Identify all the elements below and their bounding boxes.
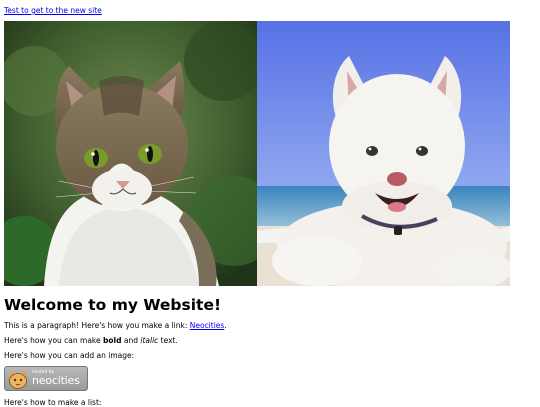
paragraph-link: This is a paragraph! Here's how you make… <box>4 321 227 330</box>
text-b: and <box>121 336 141 345</box>
cat-photo <box>4 21 257 286</box>
dog-photo <box>257 21 510 286</box>
neocities-link[interactable]: Neocities <box>190 321 225 330</box>
text-c: text. <box>158 336 178 345</box>
paragraph-end: . <box>224 321 227 330</box>
neocities-cat-icon <box>9 369 27 389</box>
badge-big-text: neocities <box>32 374 80 388</box>
paragraph-image: Here's how you can add an image: <box>4 351 135 360</box>
neocities-badge[interactable]: hosted by neocities <box>4 366 88 391</box>
paragraph-text: This is a paragraph! Here's how you make… <box>4 321 190 330</box>
paragraph-list: Here's how to make a list: <box>4 398 102 407</box>
hero-image <box>4 21 510 286</box>
text-a: Here's how you can make <box>4 336 103 345</box>
italic-text: italic <box>140 336 159 345</box>
page-title: Welcome to my Website! <box>4 296 222 314</box>
new-site-link[interactable]: Test to get to the new site <box>4 6 102 15</box>
bold-text: bold <box>103 336 122 345</box>
paragraph-formatting: Here's how you can make bold and italic … <box>4 336 178 345</box>
